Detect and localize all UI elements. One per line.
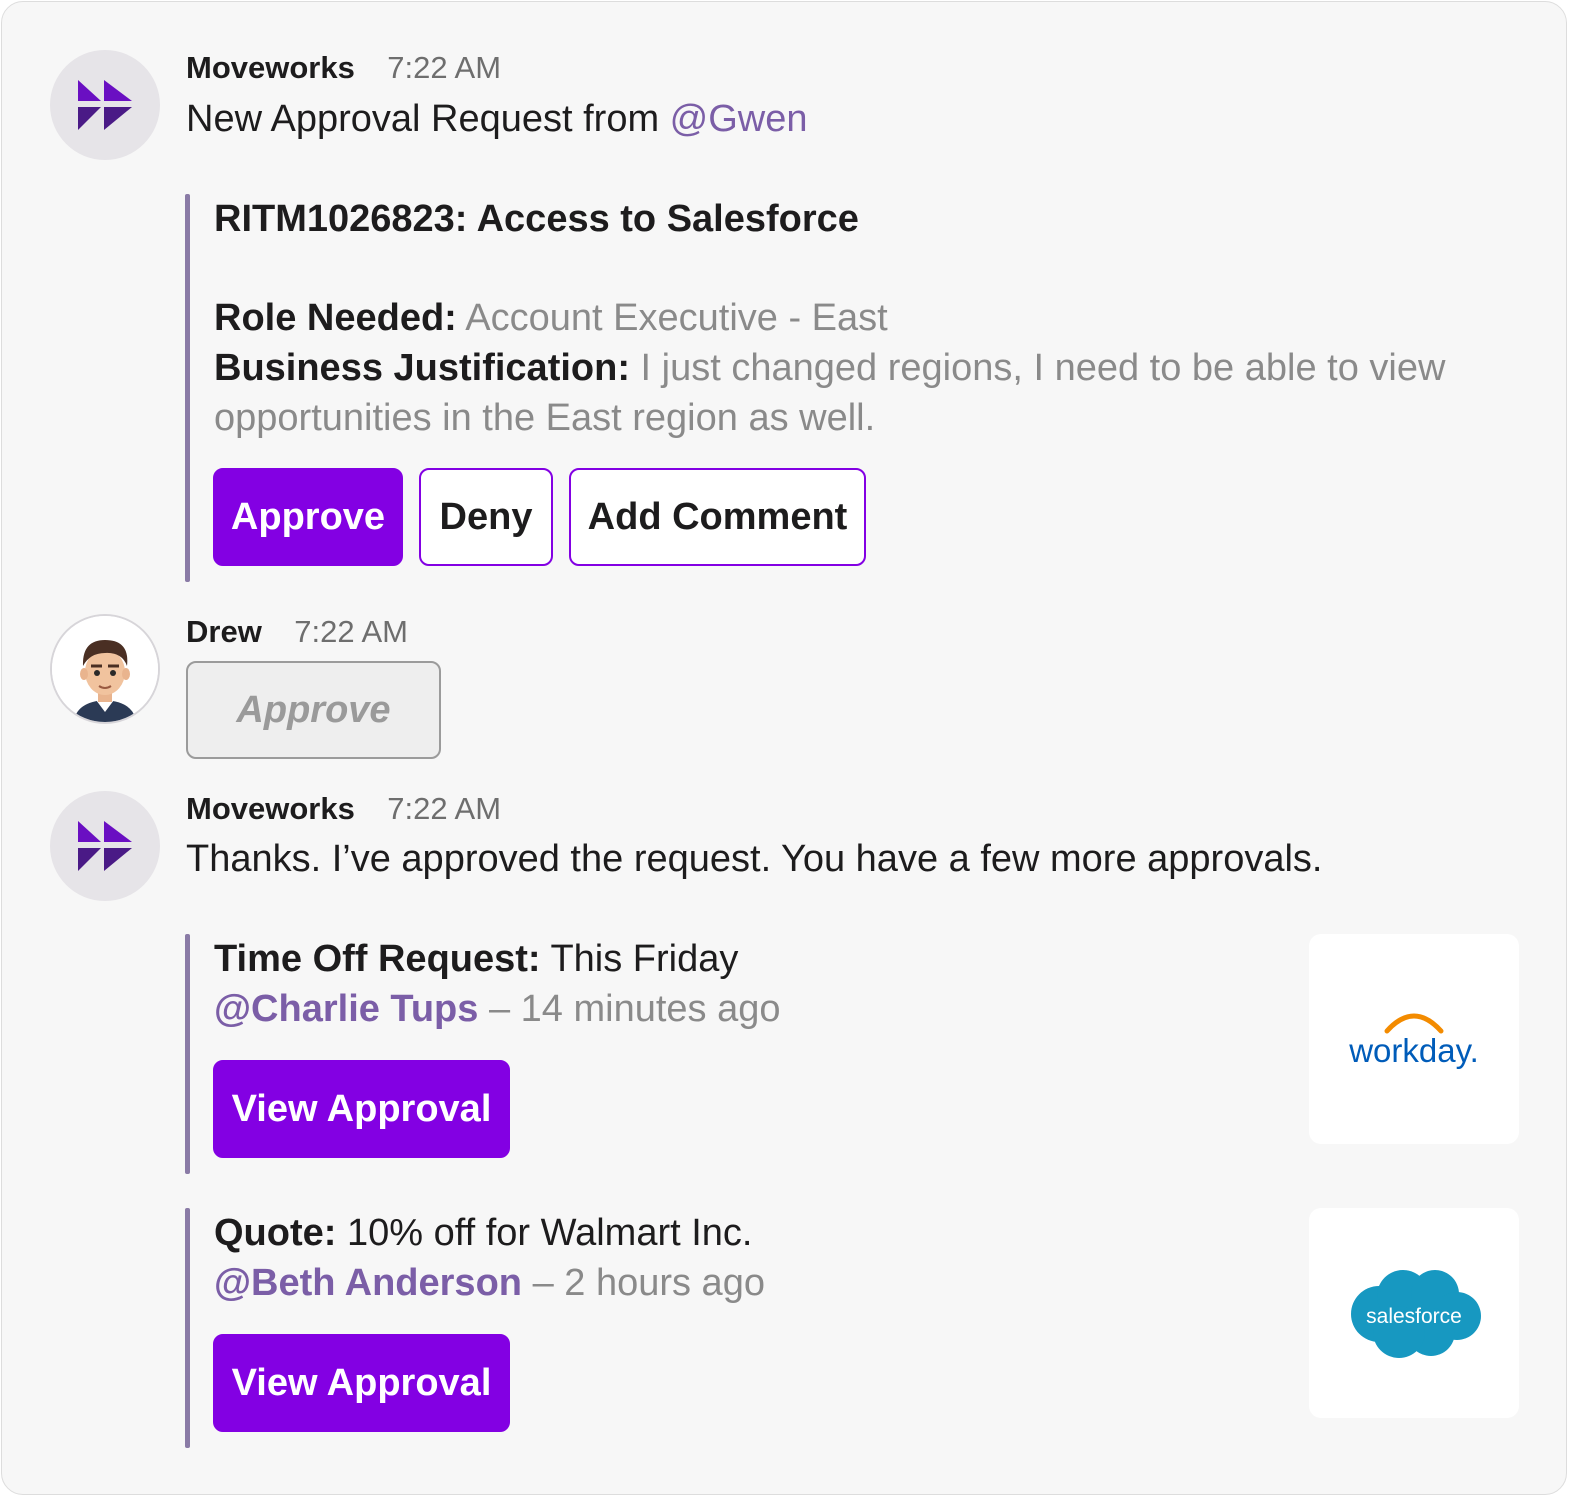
workday-logo-card: workday. [1309, 934, 1519, 1144]
approval-title: Quote: 10% off for Walmart Inc. [214, 1212, 752, 1255]
approve-button[interactable]: Approve [213, 468, 403, 566]
user-avatar-icon [52, 616, 158, 722]
message-header: Moveworks 7:22 AM [186, 50, 501, 86]
approve-reply-button: Approve [186, 661, 441, 759]
message-header: Drew 7:22 AM [186, 614, 408, 650]
message-header: Moveworks 7:22 AM [186, 791, 501, 827]
workday-logo-icon: workday. [1348, 1013, 1479, 1069]
mention-gwen[interactable]: @Gwen [670, 98, 808, 140]
approval-title: Time Off Request: This Friday [214, 938, 738, 981]
approval-label: Quote: [214, 1212, 337, 1254]
justification-line: Business Justification: I just changed r… [214, 347, 1445, 390]
message-text-prefix: New Approval Request from [186, 98, 670, 140]
moveworks-logo-icon [78, 821, 132, 871]
request-title: RITM1026823: Access to Salesforce [214, 198, 859, 240]
approval-meta: @Beth Anderson – 2 hours ago [214, 1262, 765, 1305]
attachment-bar [185, 934, 190, 1174]
approval-meta: @Charlie Tups – 14 minutes ago [214, 988, 780, 1031]
drew-avatar[interactable] [50, 614, 160, 724]
add-comment-button[interactable]: Add Comment [569, 468, 866, 566]
salesforce-logo-text: salesforce [1366, 1305, 1462, 1328]
approval-value: This Friday [550, 938, 739, 980]
message-text: New Approval Request from @Gwen [186, 98, 808, 141]
mention-charlie-tups[interactable]: @Charlie Tups [214, 988, 478, 1030]
chat-panel: Moveworks 7:22 AM New Approval Request f… [1, 1, 1567, 1495]
workday-logo-text: workday. [1348, 1032, 1479, 1069]
view-approval-button[interactable]: View Approval [213, 1334, 510, 1432]
deny-button[interactable]: Deny [419, 468, 553, 566]
attachment-bar [185, 1208, 190, 1448]
moveworks-avatar[interactable] [50, 791, 160, 901]
view-approval-button[interactable]: View Approval [213, 1060, 510, 1158]
sender-name[interactable]: Moveworks [186, 791, 355, 826]
mention-beth-anderson[interactable]: @Beth Anderson [214, 1262, 522, 1304]
justification-continued: opportunities in the East region as well… [214, 397, 876, 439]
approval-age: – 2 hours ago [532, 1262, 765, 1304]
approval-label: Time Off Request: [214, 938, 541, 980]
timestamp[interactable]: 7:22 AM [294, 614, 408, 649]
role-label: Role Needed: [214, 297, 457, 339]
justification-label: Business Justification: [214, 347, 630, 389]
approval-age: – 14 minutes ago [488, 988, 781, 1030]
salesforce-logo-icon: salesforce [1351, 1270, 1481, 1358]
justification-value: I just changed regions, I need to be abl… [640, 347, 1446, 389]
message-text: Thanks. I’ve approved the request. You h… [186, 838, 1323, 880]
attachment-bar [185, 194, 190, 582]
approval-value: 10% off for Walmart Inc. [347, 1212, 753, 1254]
sender-name[interactable]: Drew [186, 614, 262, 649]
timestamp[interactable]: 7:22 AM [387, 791, 501, 826]
timestamp[interactable]: 7:22 AM [387, 50, 501, 85]
salesforce-logo-card: salesforce [1309, 1208, 1519, 1418]
role-value: Account Executive - East [465, 297, 888, 339]
moveworks-logo-icon [78, 80, 132, 130]
sender-name[interactable]: Moveworks [186, 50, 355, 85]
role-line: Role Needed: Account Executive - East [214, 297, 888, 340]
moveworks-avatar[interactable] [50, 50, 160, 160]
